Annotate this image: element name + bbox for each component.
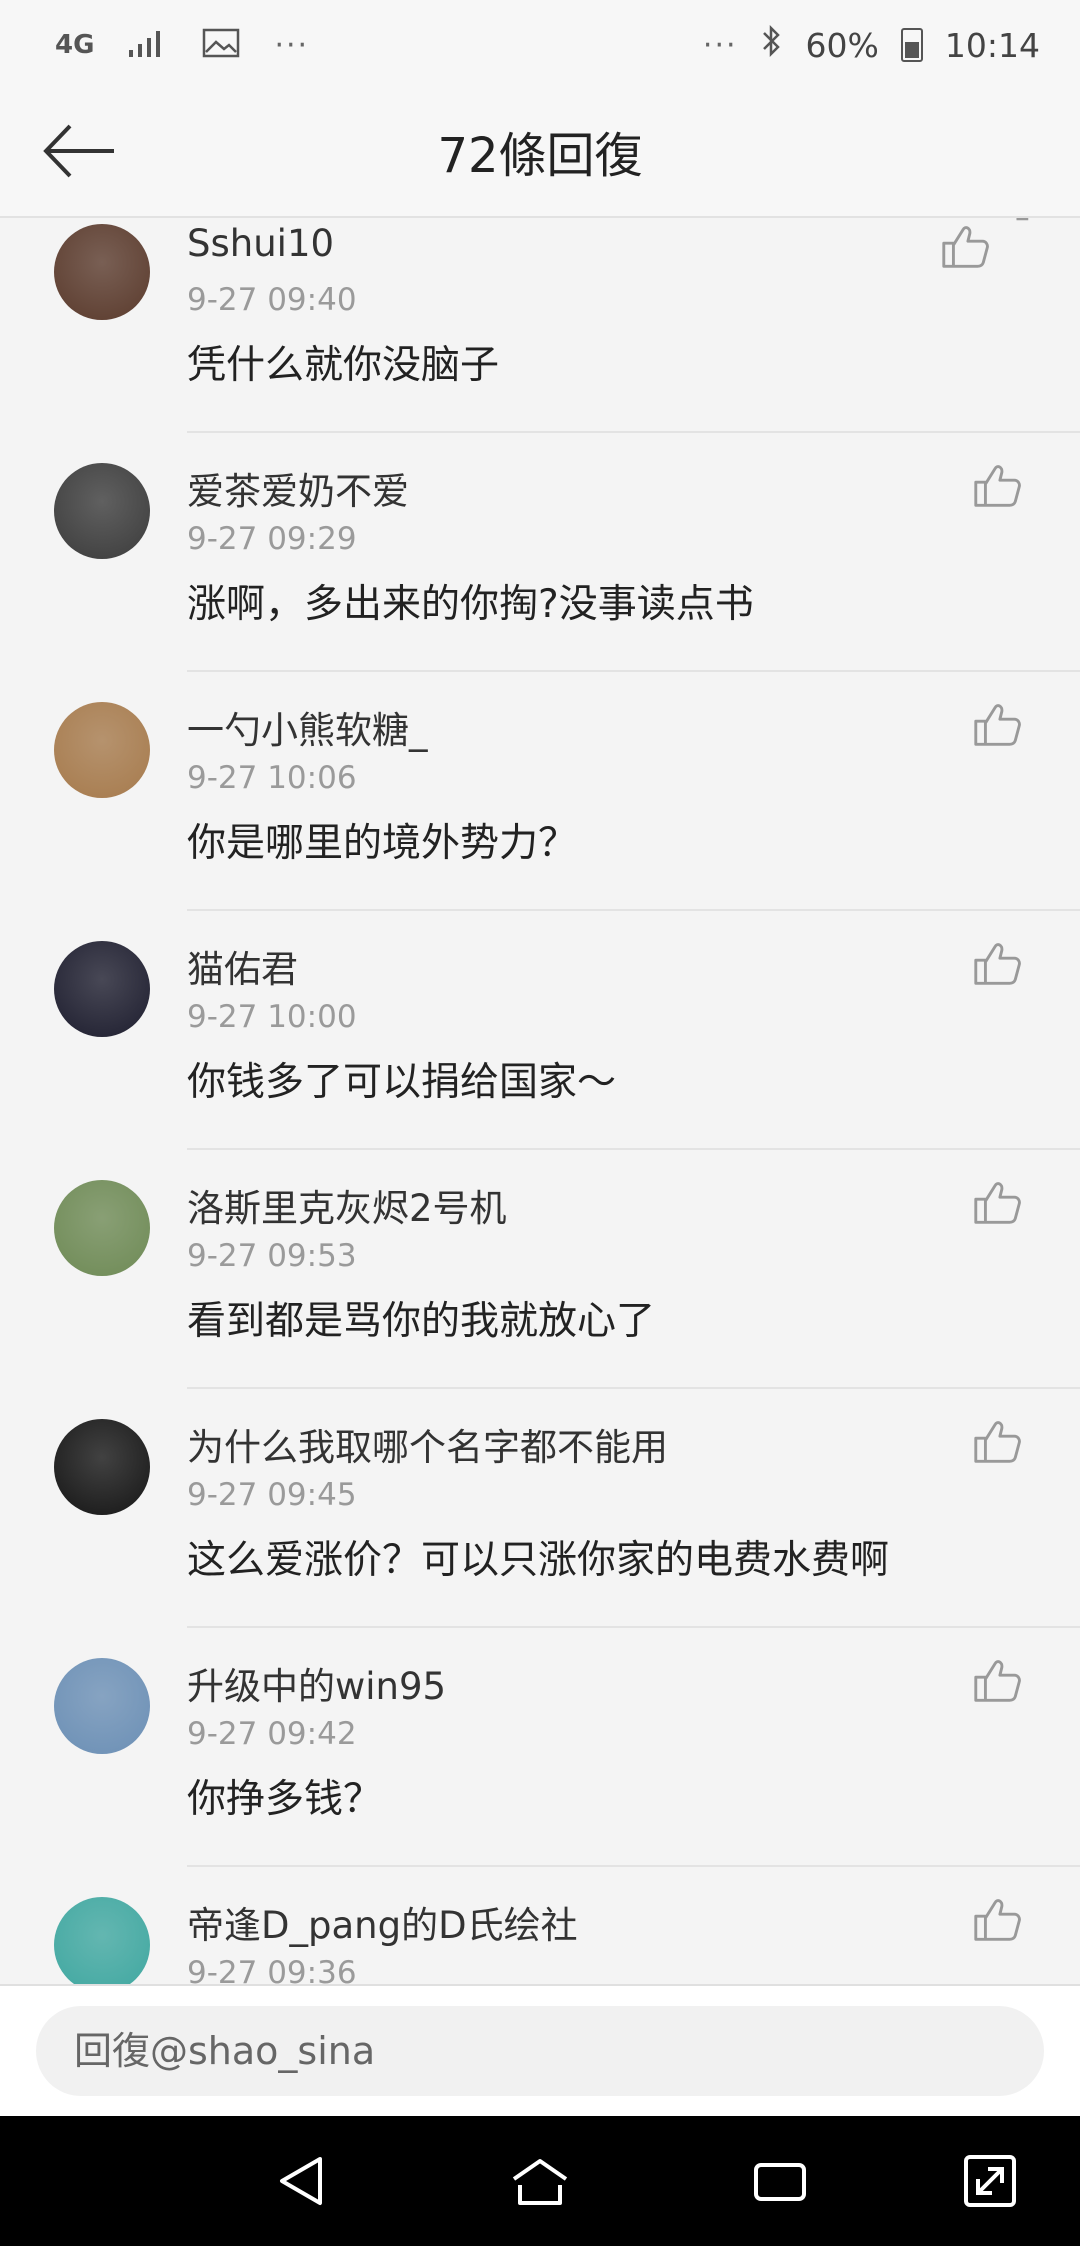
comment-text: 你钱多了可以捐给国家～ (187, 1060, 617, 1105)
avatar[interactable] (54, 1897, 150, 1984)
like-button[interactable] (970, 698, 1024, 752)
comment-text: 凭什么就你没脑子 (187, 343, 500, 388)
comment-text: 这么爱涨价？可以只涨你家的电费水费啊 (187, 1538, 890, 1583)
avatar[interactable] (54, 941, 150, 1037)
nav-home-button[interactable] (508, 2149, 572, 2213)
comment-author[interactable]: Sshui10 (187, 222, 334, 265)
network-type: 4G (55, 30, 95, 60)
comment-text: 涨啊，多出来的你掏?没事读点书 (187, 582, 754, 627)
reply-input[interactable] (36, 2006, 1044, 2096)
like-button[interactable] (938, 220, 992, 274)
thumbs-up-icon (942, 226, 989, 268)
comment-author[interactable]: 猫佑君 (187, 939, 298, 993)
nav-recents-icon (754, 2163, 806, 2201)
comment-list[interactable]: Sshui10 9-27 09:40 凭什么就你没脑子 1 爱茶爱奶不爱 9-27 09:… (0, 218, 1080, 1984)
more-icon: ··· (274, 27, 310, 63)
comment-item[interactable]: 洛斯里克灰烬2号机 9-27 09:53 看到都是骂你的我就放心了 (0, 1150, 1080, 1389)
signal-icon (128, 28, 168, 62)
comment-author[interactable]: 为什么我取哪个名字都不能用 (187, 1417, 668, 1471)
navigation-bar (0, 2116, 1080, 2246)
nav-back-button[interactable] (270, 2149, 334, 2213)
page-title: 72條回復 (437, 128, 643, 184)
like-button[interactable] (970, 1176, 1024, 1230)
status-right: ··· 60% 10:14 (703, 24, 1040, 66)
thumbs-up-icon (974, 704, 1021, 746)
comment-author[interactable]: 升级中的win95 (187, 1656, 446, 1710)
like-button[interactable] (970, 1893, 1024, 1947)
comment-author[interactable]: 爱茶爱奶不爱 (187, 461, 409, 515)
comment-text: 你是哪里的境外势力？ (187, 821, 578, 866)
title-bar: 72條回復 (0, 90, 1080, 218)
avatar[interactable] (54, 224, 150, 320)
nav-home-icon (512, 2159, 568, 2205)
nav-expand-icon (964, 2155, 1016, 2207)
comment-author[interactable]: 洛斯里克灰烬2号机 (187, 1178, 507, 1232)
clock: 10:14 (944, 25, 1040, 65)
comment-item[interactable]: 猫佑君 9-27 10:00 你钱多了可以捐给国家～ (0, 911, 1080, 1150)
comment-timestamp: 9-27 09:40 (187, 282, 357, 318)
battery-percent: 60% (805, 25, 879, 65)
comment-author[interactable]: 帝逢D_pang的D氏绘社 (187, 1895, 578, 1949)
comment-author[interactable]: 一勺小熊软糖_ (187, 700, 428, 754)
image-icon (202, 28, 240, 62)
like-button[interactable] (970, 1415, 1024, 1469)
like-button[interactable] (970, 459, 1024, 513)
thumbs-up-icon (974, 1421, 1021, 1463)
bluetooth-icon (760, 24, 784, 66)
comment-text: 你挣多钱？ (187, 1777, 383, 1822)
comment-item[interactable]: 帝逢D_pang的D氏绘社 9-27 09:36 (0, 1867, 1080, 1984)
comment-item[interactable]: 一勺小熊软糖_ 9-27 10:06 你是哪里的境外势力？ (0, 672, 1080, 911)
comment-item[interactable]: 为什么我取哪个名字都不能用 9-27 09:45 这么爱涨价？可以只涨你家的电费水费… (0, 1389, 1080, 1628)
reply-bar (0, 1984, 1080, 2116)
battery-icon (900, 28, 923, 62)
like-count: 1 (1013, 218, 1031, 227)
comment-item[interactable]: Sshui10 9-27 09:40 凭什么就你没脑子 1 (0, 218, 1080, 433)
nav-back-icon (280, 2157, 322, 2205)
comment-timestamp: 9-27 09:53 (187, 1238, 357, 1274)
avatar[interactable] (54, 1658, 150, 1754)
avatar[interactable] (54, 1419, 150, 1515)
status-bar: 4G ··· ··· 60% 10:14 (0, 0, 1080, 90)
thumbs-up-icon (974, 1660, 1021, 1702)
status-left: 4G ··· (55, 28, 309, 63)
thumbs-up-icon (974, 1899, 1021, 1941)
comment-timestamp: 9-27 09:29 (187, 521, 357, 557)
thumbs-up-icon (974, 1182, 1021, 1224)
like-button[interactable] (970, 937, 1024, 991)
thumbs-up-icon (974, 465, 1021, 507)
comment-item[interactable]: 爱茶爱奶不爱 9-27 09:29 涨啊，多出来的你掏?没事读点书 (0, 433, 1080, 672)
nav-expand-button[interactable] (958, 2149, 1022, 2213)
comment-timestamp: 9-27 09:36 (187, 1955, 357, 1984)
comment-timestamp: 9-27 09:42 (187, 1716, 357, 1752)
comment-text: 看到都是骂你的我就放心了 (187, 1299, 656, 1344)
comment-item[interactable]: 升级中的win95 9-27 09:42 你挣多钱？ (0, 1628, 1080, 1867)
like-button[interactable] (970, 1654, 1024, 1708)
comment-timestamp: 9-27 10:06 (187, 760, 357, 796)
thumbs-up-icon (974, 943, 1021, 985)
comment-timestamp: 9-27 10:00 (187, 999, 357, 1035)
avatar[interactable] (54, 702, 150, 798)
nav-recents-button[interactable] (748, 2149, 812, 2213)
avatar[interactable] (54, 463, 150, 559)
more-icon-right: ··· (702, 27, 738, 63)
avatar[interactable] (54, 1180, 150, 1276)
comment-timestamp: 9-27 09:45 (187, 1477, 357, 1513)
